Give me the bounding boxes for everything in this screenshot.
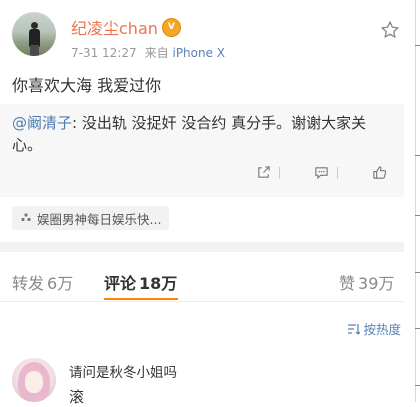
sort-label: 按热度 bbox=[363, 322, 401, 337]
topic-label: 娱圈男神每日娱乐快... bbox=[37, 211, 162, 227]
source-device[interactable]: iPhone X bbox=[172, 46, 225, 60]
author-name-row[interactable]: 纪凌尘chan V bbox=[71, 15, 181, 39]
post-meta: 7-31 12:27 来自 iPhone X bbox=[71, 44, 225, 61]
tab-repost-label: 转发 bbox=[12, 274, 45, 293]
repost-like-button[interactable] bbox=[372, 165, 387, 180]
active-tab-indicator bbox=[104, 298, 178, 300]
tab-divider bbox=[0, 301, 404, 302]
repost-share-button[interactable] bbox=[256, 165, 280, 180]
right-edge-mark bbox=[415, 45, 420, 46]
tab-comment[interactable]: 评论 18万 bbox=[104, 270, 177, 294]
post-text: 你喜欢大海 我爱过你 bbox=[12, 76, 162, 95]
right-edge-mark bbox=[415, 328, 420, 329]
right-edge-mark bbox=[415, 155, 420, 156]
commenter-avatar[interactable] bbox=[12, 358, 56, 402]
tab-comment-label: 评论 bbox=[104, 274, 137, 293]
right-edge-line bbox=[415, 0, 416, 402]
tab-repost[interactable]: 转发 6万 bbox=[12, 270, 73, 294]
tab-like[interactable]: 赞 39万 bbox=[339, 270, 394, 294]
star-icon[interactable] bbox=[380, 20, 400, 40]
tab-like-count: 39万 bbox=[358, 274, 395, 293]
section-separator bbox=[0, 242, 404, 252]
sort-by-hot-button[interactable]: 按热度 bbox=[347, 319, 401, 338]
topic-icon bbox=[21, 213, 31, 222]
thumbs-up-icon bbox=[373, 166, 387, 179]
comment-icon bbox=[315, 167, 328, 179]
repost-comment-button[interactable] bbox=[314, 165, 338, 180]
topic-chip[interactable]: 娱圈男神每日娱乐快... bbox=[12, 206, 170, 230]
comment-text: 滚 bbox=[69, 388, 85, 406]
tab-repost-count: 6万 bbox=[47, 274, 74, 293]
repost-block[interactable]: @阚清子: 没出轨 没捉奸 没合约 真分手。谢谢大家关心。 bbox=[0, 104, 404, 197]
commenter-name[interactable]: 请问是秋冬小姐吗 bbox=[69, 361, 177, 381]
sort-icon bbox=[348, 323, 361, 335]
right-edge-mark bbox=[415, 272, 420, 273]
repost-actions bbox=[0, 165, 404, 185]
author-avatar[interactable] bbox=[12, 12, 56, 56]
right-edge-mark bbox=[415, 385, 420, 386]
source-prefix: 来自 bbox=[144, 46, 169, 60]
right-edge-mark bbox=[415, 215, 420, 216]
vip-badge-icon: V bbox=[161, 17, 181, 37]
repost-text: @阚清子: 没出轨 没捉奸 没合约 真分手。谢谢大家关心。 bbox=[12, 112, 392, 156]
share-icon bbox=[258, 166, 270, 178]
tab-comment-count: 18万 bbox=[139, 274, 178, 293]
tab-like-label: 赞 bbox=[339, 274, 356, 293]
post-date: 7-31 12:27 bbox=[71, 46, 137, 60]
mention-link[interactable]: @阚清子 bbox=[12, 114, 72, 132]
author-name[interactable]: 纪凌尘chan bbox=[71, 15, 158, 39]
